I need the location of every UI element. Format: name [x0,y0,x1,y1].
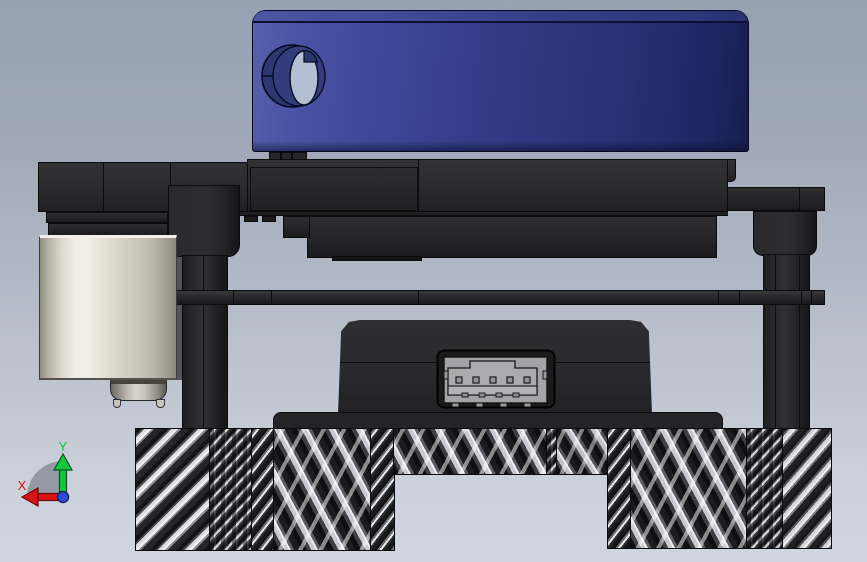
motor-pin [156,399,165,408]
motor-end-cap [110,380,167,401]
triad-origin-dot [56,490,70,504]
rotor-lower-lip [332,256,422,261]
rotor-panel-inset [250,167,418,211]
jst-connector[interactable] [436,349,556,411]
connector-side-tab [542,370,548,380]
rotor-top-tier[interactable] [247,159,728,212]
base-segment [556,428,609,475]
bar-seam [801,291,802,304]
post-seam [775,255,776,428]
base-plate[interactable] [135,428,832,551]
connector-foot [523,402,532,408]
base-segment [370,428,395,551]
bar-seam [811,291,812,304]
connector-pin [506,376,514,384]
connector-slot [478,392,486,398]
right-arm[interactable] [725,187,825,211]
panel-seam [418,160,419,211]
connector-slot [495,392,503,398]
connector-foot [499,402,508,408]
optical-window[interactable] [252,40,336,116]
base-segment [393,428,548,475]
bar-seam [718,291,719,304]
post-seam [203,256,204,428]
base-segment [782,428,832,549]
bar-seam [739,291,740,304]
base-segment [209,428,253,551]
bar-seam [418,291,419,304]
connector-side-tab [443,370,449,380]
bar-seam [233,291,234,304]
base-segment [746,428,784,549]
triad-y-label: Y [59,440,68,454]
base-segment [630,428,748,549]
top-cover-bottom-shade [253,141,748,151]
post-seam [799,255,800,428]
panel-seam [799,188,800,210]
orientation-triad: Y X [18,440,74,508]
cad-viewport[interactable]: Y X [0,0,867,562]
bar-seam [271,291,272,304]
connector-pin [472,376,480,384]
screw-tab [262,216,276,222]
rotor-lower-tier[interactable] [307,216,717,258]
housing-flange[interactable] [273,412,723,429]
screw-tab [244,216,258,222]
mounting-bar[interactable] [168,290,825,305]
connector-pin [523,376,531,384]
motor-body[interactable] [39,235,177,380]
connector-foot [475,402,484,408]
left-standoff-top[interactable] [168,185,240,257]
panel-seam [103,163,104,211]
rotor-edge-step [727,159,736,182]
right-standoff-top[interactable] [753,211,817,256]
connector-latch-band [447,385,538,396]
right-standoff-post[interactable] [763,254,810,429]
hub-step-block [283,216,310,238]
connector-pin [489,376,497,384]
triad-x-label: X [18,478,27,493]
base-segment [251,428,275,551]
connector-slot [512,392,520,398]
top-cover-rim [253,11,748,23]
left-standoff-post[interactable] [182,255,228,429]
motor-pin [113,399,121,408]
base-segment [273,428,372,551]
base-segment [607,428,632,549]
motor-ring-upper [46,212,168,223]
connector-pin [455,376,463,384]
connector-slot [461,392,469,398]
base-segment [135,428,211,551]
connector-foot [451,402,460,408]
